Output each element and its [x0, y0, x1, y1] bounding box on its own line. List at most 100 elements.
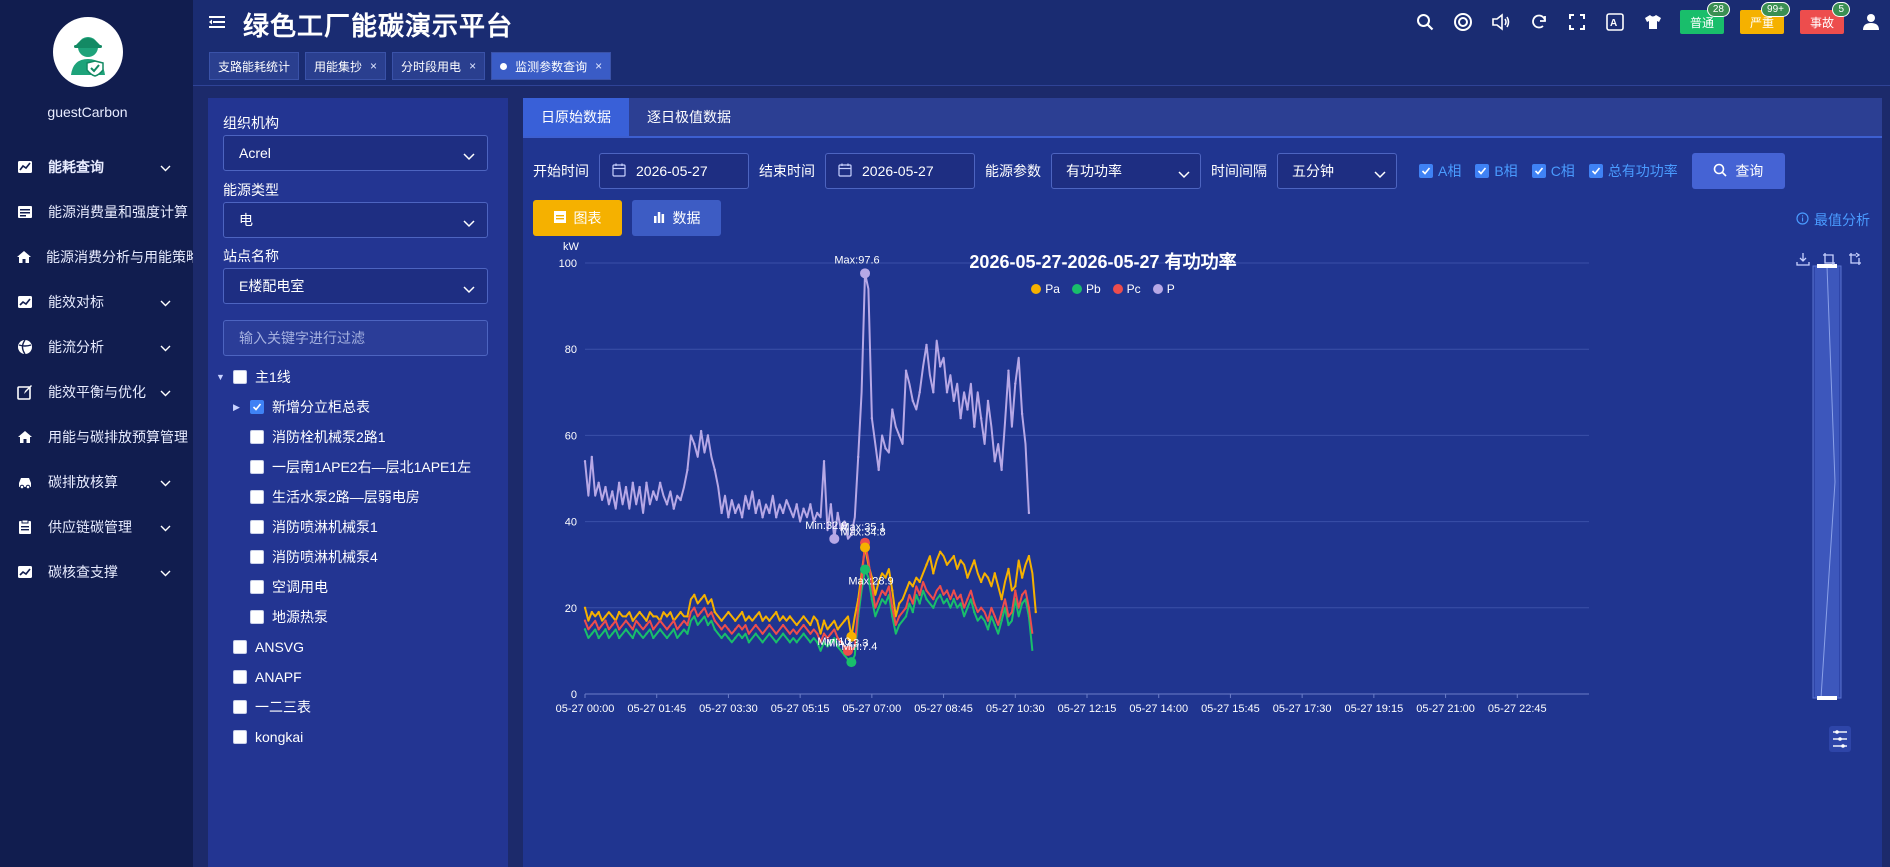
tree-checkbox[interactable]: [250, 430, 264, 444]
alarm-badge-0[interactable]: 普通 28: [1679, 2, 1730, 34]
legend-item[interactable]: Pb: [1071, 282, 1101, 296]
close-icon[interactable]: ×: [469, 59, 476, 73]
sidebar-item-6[interactable]: 用能与碳排放预算管理: [0, 414, 193, 459]
tree-checkbox[interactable]: [233, 370, 247, 384]
zoom-reset-icon[interactable]: [1848, 252, 1862, 269]
data-point: [781, 511, 785, 515]
org-label: 组织机构: [223, 115, 279, 131]
org-select[interactable]: Acrel: [223, 135, 488, 171]
slider-settings-icon[interactable]: [1829, 726, 1851, 752]
tree-filter-input[interactable]: 输入关键字进行过滤: [223, 320, 488, 356]
zoom-select-icon[interactable]: [1822, 252, 1836, 269]
close-icon[interactable]: ×: [595, 59, 602, 73]
search-icon[interactable]: [1406, 8, 1444, 36]
data-point: [624, 485, 628, 489]
page-tab-label: 支路能耗统计: [218, 59, 291, 74]
tree-node[interactable]: 消防喷淋机械泵4: [208, 542, 508, 572]
tree-checkbox[interactable]: [250, 580, 264, 594]
tree-node[interactable]: ▶ 新增分立柜总表: [208, 392, 508, 422]
tree-node[interactable]: 空调用电: [208, 572, 508, 602]
caret-down-icon[interactable]: ▼: [216, 372, 225, 382]
data-point: [788, 615, 792, 618]
tree-node[interactable]: 地源热泵: [208, 602, 508, 632]
download-icon[interactable]: [1796, 252, 1810, 269]
sidebar-item-5[interactable]: 能效平衡与优化: [0, 369, 193, 414]
tree-node[interactable]: ANSVG: [208, 632, 508, 662]
alarm-badge-2[interactable]: 事故 5: [1799, 2, 1850, 34]
legend-item[interactable]: P: [1152, 282, 1175, 296]
data-point: [877, 597, 880, 601]
sidebar-item-8[interactable]: 供应链碳管理: [0, 504, 193, 549]
tree-node[interactable]: ANAPF: [208, 662, 508, 692]
site-label: 站点名称: [223, 248, 279, 264]
tree-node[interactable]: 消防栓机械泵2路1: [208, 422, 508, 452]
user-avatar-icon: [71, 37, 105, 77]
tree-node[interactable]: 一二三表: [208, 692, 508, 722]
legend-item[interactable]: Pc: [1112, 282, 1141, 296]
page-tab-0[interactable]: 支路能耗统计: [209, 52, 300, 80]
data-point: [775, 516, 778, 519]
user-icon[interactable]: [1852, 8, 1890, 36]
close-icon[interactable]: ×: [370, 59, 377, 73]
font-size-icon[interactable]: A: [1596, 8, 1634, 36]
data-point: [1020, 576, 1024, 579]
tree-checkbox[interactable]: [250, 610, 264, 624]
fullscreen-icon[interactable]: [1558, 8, 1596, 36]
sidebar-item-3[interactable]: 能效对标: [0, 279, 193, 324]
tree-checkbox[interactable]: [233, 640, 247, 654]
zoom-handle-bottom[interactable]: [1817, 696, 1837, 700]
page-tab-2[interactable]: 分时段用电 ×: [392, 52, 486, 80]
menu-toggle-icon[interactable]: [209, 14, 225, 33]
data-point: [686, 623, 689, 627]
tree-checkbox[interactable]: [233, 730, 247, 744]
tree-checkbox[interactable]: [250, 550, 264, 564]
data-point: [1000, 619, 1003, 622]
page-tab-3[interactable]: 监测参数查询 ×: [491, 52, 612, 80]
data-point: [884, 593, 887, 597]
tree-node[interactable]: 生活水泵2路—层弱电房: [208, 482, 508, 512]
volume-icon[interactable]: [1482, 8, 1520, 36]
refresh-icon[interactable]: [1520, 8, 1558, 36]
data-point: [665, 628, 669, 631]
legend-item[interactable]: Pa: [1031, 282, 1060, 296]
sidebar-item-9[interactable]: 碳核查支撑: [0, 549, 193, 594]
data-point: [979, 606, 983, 609]
data-point: [781, 623, 785, 627]
caret-right-icon[interactable]: ▶: [233, 402, 240, 413]
circuit-tree: ▼ 主1线 ▶ 新增分立柜总表 消防栓机械泵2路1 一层南1APE2右—层北1APE1左生…: [208, 362, 508, 752]
tree-checkbox[interactable]: [250, 490, 264, 504]
tree-node[interactable]: 消防喷淋机械泵1: [208, 512, 508, 542]
tree-node[interactable]: kongkai: [208, 722, 508, 752]
sidebar-item-4[interactable]: 能流分析: [0, 324, 193, 369]
data-point: [590, 610, 594, 614]
tree-checkbox[interactable]: [233, 670, 247, 684]
active-dot-icon: [500, 62, 508, 70]
data-point: [604, 485, 607, 489]
tree-node[interactable]: 一层南1APE2右—层北1APE1左: [208, 452, 508, 482]
tree-checkbox[interactable]: [250, 460, 264, 474]
sidebar-item-0[interactable]: 能耗查询: [0, 144, 193, 189]
tree-checkbox[interactable]: [233, 700, 247, 714]
alarm-badge-1[interactable]: 严重 99+: [1739, 2, 1790, 34]
data-point: [638, 623, 641, 627]
data-point: [631, 636, 635, 640]
energy-select[interactable]: 电: [223, 202, 488, 238]
data-point: [925, 597, 928, 601]
data-point: [1014, 382, 1017, 385]
page-tab-1[interactable]: 用能集抄 ×: [305, 52, 387, 80]
avatar[interactable]: [53, 17, 123, 87]
trend-icon: [16, 563, 34, 581]
y-tick-label: 60: [565, 430, 577, 442]
site-select[interactable]: E楼配电室: [223, 268, 488, 304]
tree-checkbox[interactable]: [250, 400, 264, 414]
tree-node[interactable]: ▼ 主1线: [208, 362, 508, 392]
tree-checkbox[interactable]: [250, 520, 264, 534]
data-point: [877, 468, 880, 472]
sidebar-item-1[interactable]: 能源消费量和强度计算: [0, 189, 193, 234]
data-point: [836, 511, 839, 515]
data-point: [658, 481, 662, 485]
sidebar-item-2[interactable]: 能源消费分析与用能策略: [0, 234, 193, 279]
theme-shirt-icon[interactable]: [1634, 8, 1672, 36]
help-ring-icon[interactable]: [1444, 8, 1482, 36]
sidebar-item-7[interactable]: 碳排放核算: [0, 459, 193, 504]
